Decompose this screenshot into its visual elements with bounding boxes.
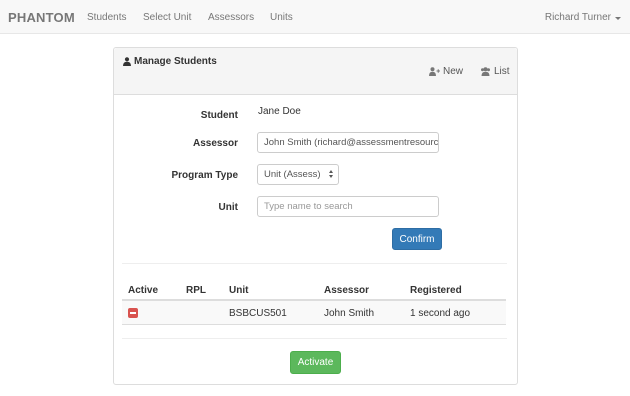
add-user-icon [429,67,440,76]
form-divider [122,263,507,264]
unit-label: Unit [218,202,238,213]
activate-label: Activate [297,357,334,368]
new-button[interactable]: New [429,66,463,77]
student-value: Jane Doe [258,106,301,117]
nav-assessors[interactable]: Assessors [208,12,254,23]
panel-title-text: Manage Students [134,56,217,67]
nav-units[interactable]: Units [270,12,293,23]
assessor-label: Assessor [192,138,238,149]
student-label: Student [200,110,238,121]
user-menu[interactable]: Richard Turner [545,12,621,23]
navbar: PHANTOM Students Select Unit Assessors U… [0,0,630,34]
th-rpl: RPL [186,285,206,296]
brand-logo[interactable]: PHANTOM [8,10,75,25]
list-label: List [494,66,510,77]
th-unit: Unit [229,285,249,296]
user-icon [123,57,131,66]
th-active: Active [128,285,159,296]
cell-registered: 1 second ago [410,308,471,319]
select-arrows-icon [329,170,333,178]
confirm-button[interactable]: Confirm [392,228,442,250]
panel-heading: Manage Students New List [114,48,517,95]
program-type-select[interactable]: Unit (Assess) [257,164,339,185]
th-registered: Registered [410,285,462,296]
th-assessor: Assessor [324,285,370,296]
program-type-label: Program Type [171,170,239,181]
activate-button[interactable]: Activate [290,351,341,374]
table-divider [122,338,507,339]
confirm-label: Confirm [399,233,435,245]
program-type-value: Unit (Assess) [264,169,321,180]
nav-students[interactable]: Students [87,12,126,23]
cell-unit: BSBCUS501 [229,308,287,319]
remove-icon[interactable] [128,308,138,318]
new-label: New [443,66,464,77]
caret-down-icon [615,16,621,20]
unit-search-placeholder: Type name to search [264,201,353,212]
user-name: Richard Turner [544,12,611,23]
assessor-input-value: John Smith (richard@assessmentresourc [264,137,439,148]
unit-search-input[interactable]: Type name to search [257,196,439,217]
users-icon [481,67,490,76]
panel-title: Manage Students [123,56,217,67]
cell-assessor: John Smith [324,308,375,319]
assessor-input[interactable]: John Smith (richard@assessmentresourc [257,132,439,153]
list-button[interactable]: List [480,66,510,77]
nav-select-unit[interactable]: Select Unit [143,12,191,23]
